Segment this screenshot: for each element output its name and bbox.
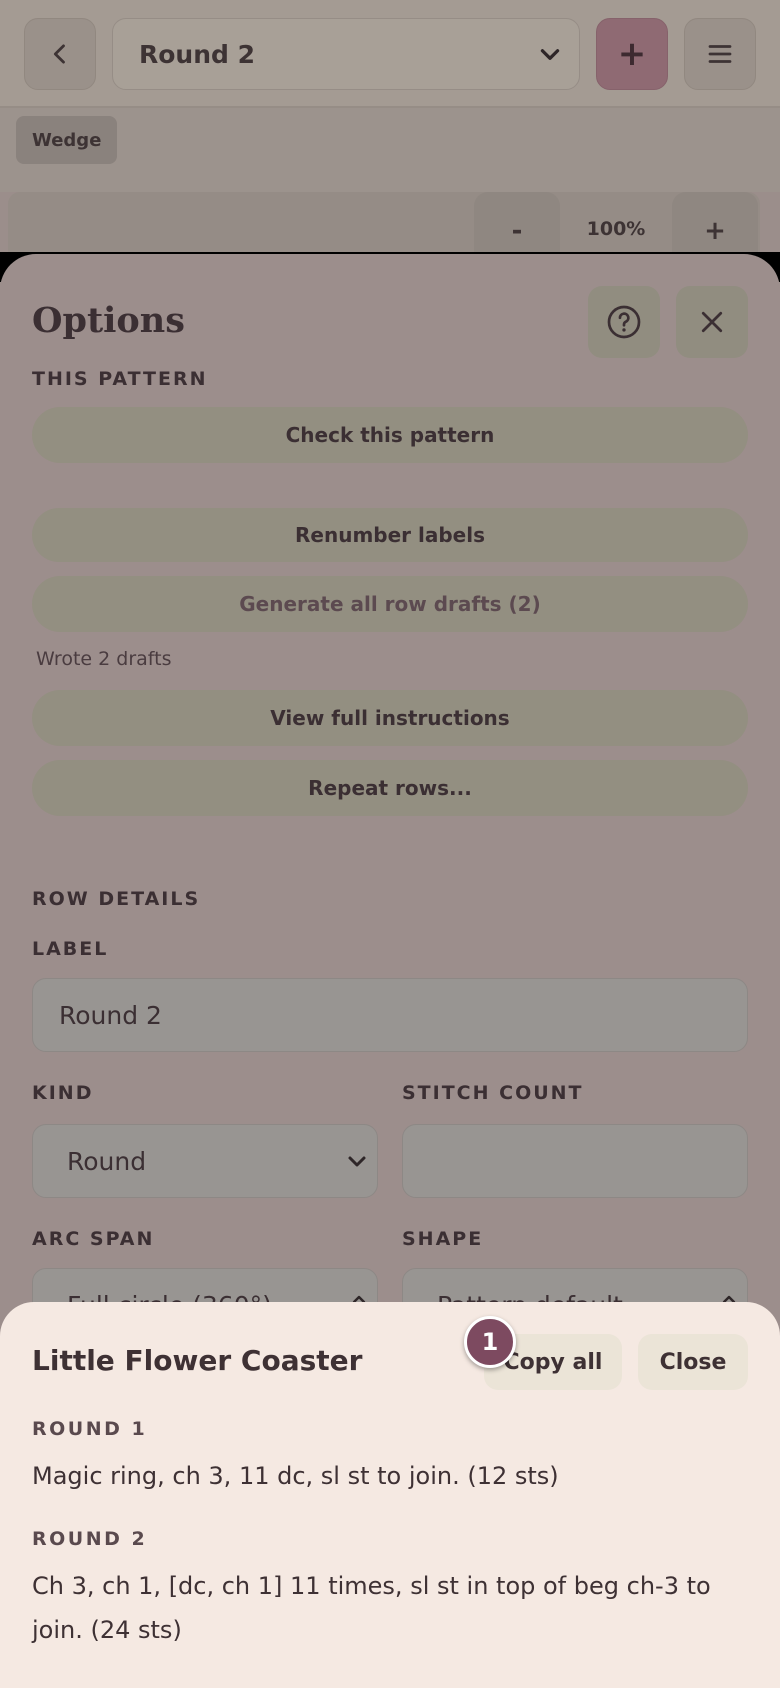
zoom-level: 100% — [586, 218, 646, 240]
step-badge: 1 — [464, 1316, 516, 1368]
stitch-count-heading: STITCH COUNT — [402, 1082, 584, 1104]
chevron-left-icon — [53, 44, 65, 64]
kind-heading: KIND — [32, 1082, 94, 1104]
round-2-text: Ch 3, ch 1, [dc, ch 1] 11 times, sl st i… — [32, 1572, 711, 1644]
back-button[interactable] — [24, 18, 96, 90]
help-circle-icon — [607, 305, 641, 339]
round-select-value: Round 2 — [139, 39, 256, 69]
app-bar: Round 2 + — [0, 0, 780, 108]
generate-drafts-label: Generate all row drafts (2) — [239, 592, 541, 616]
close-button[interactable]: Close — [638, 1334, 748, 1390]
renumber-labels-label: Renumber labels — [295, 523, 485, 547]
label-heading: LABEL — [32, 938, 109, 960]
renumber-labels-button[interactable]: Renumber labels — [32, 508, 748, 562]
row-details-heading: ROW DETAILS — [32, 888, 201, 910]
zoom-out-label: - — [511, 216, 523, 246]
generate-drafts-button[interactable]: Generate all row drafts (2) — [32, 576, 748, 632]
label-input-value: Round 2 — [59, 1000, 162, 1030]
arc-span-heading: ARC SPAN — [32, 1228, 155, 1250]
wedge-chip[interactable]: Wedge — [16, 116, 118, 164]
zoom-in-label: + — [704, 216, 726, 246]
repeat-rows-button[interactable]: Repeat rows... — [32, 760, 748, 816]
view-full-instructions-label: View full instructions — [270, 706, 510, 730]
add-icon: + — [617, 34, 647, 74]
chevron-down-icon — [540, 49, 560, 60]
menu-button[interactable] — [684, 18, 756, 90]
close-label: Close — [659, 1349, 727, 1375]
check-pattern-label: Check this pattern — [285, 423, 495, 447]
drafts-status: Wrote 2 drafts — [36, 648, 172, 670]
close-options-button[interactable] — [676, 286, 748, 358]
stitch-count-input[interactable] — [402, 1124, 748, 1198]
round-2-heading: ROUND 2 — [32, 1528, 148, 1550]
round-select[interactable]: Round 2 — [112, 18, 580, 90]
pattern-title: Little Flower Coaster — [32, 1344, 363, 1377]
repeat-rows-label: Repeat rows... — [308, 776, 472, 800]
view-full-instructions-button[interactable]: View full instructions — [32, 690, 748, 746]
shape-heading: SHAPE — [402, 1228, 484, 1250]
zoom-bar: - 100% + — [8, 192, 760, 252]
check-pattern-button[interactable]: Check this pattern — [32, 407, 748, 463]
kind-select-value: Round — [67, 1146, 147, 1176]
kind-select[interactable]: Round — [32, 1124, 378, 1198]
round-1-text: Magic ring, ch 3, 11 dc, sl st to join. … — [32, 1462, 559, 1490]
zoom-out-button[interactable]: - — [474, 192, 560, 252]
close-icon — [701, 311, 723, 333]
hamburger-menu-icon — [708, 45, 732, 63]
add-row-button[interactable]: + — [596, 18, 668, 90]
this-pattern-heading: THIS PATTERN — [32, 368, 208, 390]
copy-all-label: Copy all — [503, 1349, 603, 1375]
options-title: Options — [32, 300, 185, 341]
wedge-chip-label: Wedge — [32, 129, 102, 151]
chip-area: Wedge — [0, 108, 780, 192]
help-button[interactable] — [588, 286, 660, 358]
instructions-sheet: Little Flower Coaster Copy all Close 1 R… — [0, 1302, 780, 1688]
chevron-down-icon — [348, 1156, 366, 1167]
label-input[interactable]: Round 2 — [32, 978, 748, 1052]
zoom-in-button[interactable]: + — [672, 192, 758, 252]
round-1-heading: ROUND 1 — [32, 1418, 148, 1440]
